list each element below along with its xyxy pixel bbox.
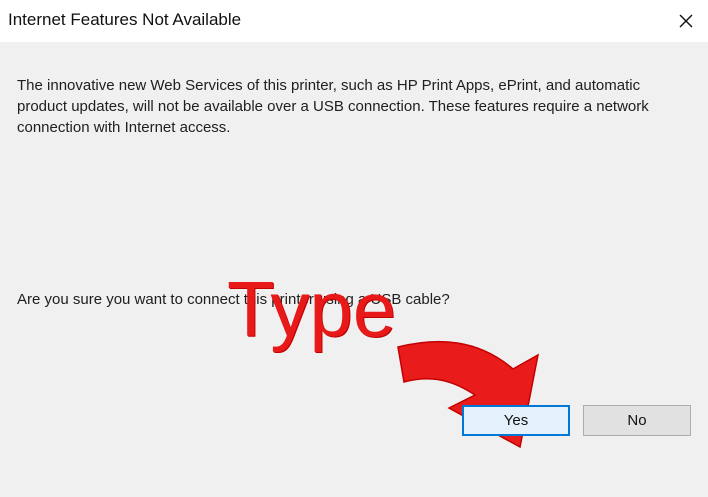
close-icon [679, 14, 693, 28]
title-bar[interactable]: Internet Features Not Available [0, 0, 708, 42]
yes-button[interactable]: Yes [462, 405, 570, 436]
dialog-message: The innovative new Web Services of this … [17, 77, 649, 136]
dialog-title: Internet Features Not Available [8, 10, 242, 29]
close-button[interactable] [664, 0, 708, 42]
internet-features-dialog: Internet Features Not Available The inno… [0, 0, 708, 497]
no-button[interactable]: No [583, 405, 691, 436]
annotation-label: Type [227, 265, 397, 353]
